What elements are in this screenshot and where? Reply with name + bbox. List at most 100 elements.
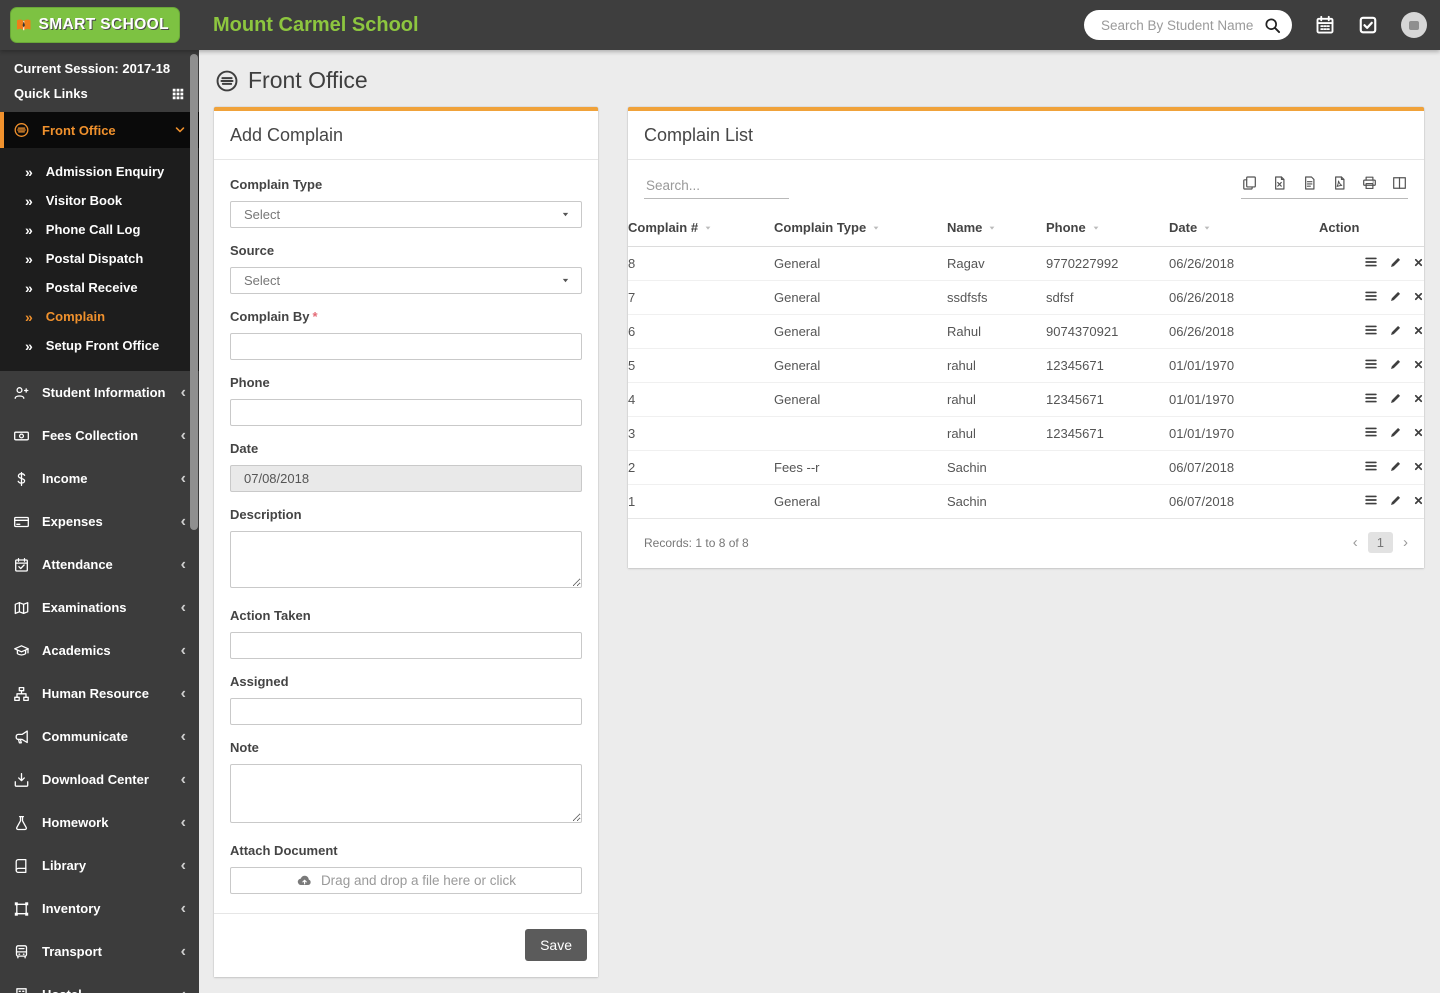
pdf-export-icon[interactable] bbox=[1332, 175, 1347, 191]
excel-export-icon[interactable] bbox=[1272, 175, 1287, 191]
row-detail-icon[interactable] bbox=[1364, 459, 1378, 473]
row-detail-icon[interactable] bbox=[1364, 289, 1378, 303]
sidebar-item-attendance[interactable]: Attendance ‹ bbox=[0, 543, 199, 586]
sidebar-item-homework[interactable]: Homework ‹ bbox=[0, 801, 199, 844]
student-icon bbox=[13, 385, 30, 401]
sidebar-item-library[interactable]: Library ‹ bbox=[0, 844, 199, 887]
edit-icon[interactable] bbox=[1389, 324, 1402, 337]
table-row: 6 General Rahul 9074370921 06/26/2018 bbox=[628, 314, 1424, 349]
delete-icon[interactable] bbox=[1413, 325, 1424, 336]
row-detail-icon[interactable] bbox=[1364, 323, 1378, 337]
double-chevron-right-icon: » bbox=[25, 308, 33, 325]
sidebar-item-income[interactable]: Income ‹ bbox=[0, 457, 199, 500]
avatar[interactable] bbox=[1401, 12, 1427, 38]
delete-icon[interactable] bbox=[1413, 427, 1424, 438]
grid-icon[interactable] bbox=[171, 87, 185, 101]
delete-icon[interactable] bbox=[1413, 393, 1424, 404]
page-number[interactable]: 1 bbox=[1367, 532, 1393, 553]
quick-links[interactable]: Quick Links bbox=[0, 79, 199, 112]
student-search-input[interactable] bbox=[1099, 16, 1264, 34]
row-detail-icon[interactable] bbox=[1364, 425, 1378, 439]
columns-export-icon[interactable] bbox=[1392, 175, 1407, 191]
column-header-complain-type[interactable]: Complain Type bbox=[774, 212, 947, 247]
sidebar-item-academics[interactable]: Academics ‹ bbox=[0, 629, 199, 672]
print-export-icon[interactable] bbox=[1362, 175, 1377, 191]
calendar-icon[interactable] bbox=[1315, 15, 1335, 35]
assigned-label: Assigned bbox=[230, 674, 289, 689]
phone-input[interactable] bbox=[230, 399, 582, 426]
edit-icon[interactable] bbox=[1389, 290, 1402, 303]
column-header-date[interactable]: Date bbox=[1169, 212, 1319, 247]
sidebar-item-transport[interactable]: Transport ‹ bbox=[0, 930, 199, 973]
edit-icon[interactable] bbox=[1389, 358, 1402, 371]
next-page-button[interactable]: › bbox=[1403, 535, 1408, 550]
edit-icon[interactable] bbox=[1389, 460, 1402, 473]
app-logo[interactable]: SMART SCHOOL bbox=[10, 7, 180, 43]
description-textarea[interactable] bbox=[230, 531, 582, 588]
cell-name: Sachin bbox=[947, 450, 1046, 485]
row-detail-icon[interactable] bbox=[1364, 493, 1378, 507]
sidebar-item-download-center[interactable]: Download Center ‹ bbox=[0, 758, 199, 801]
cell-phone: 12345671 bbox=[1046, 382, 1169, 417]
table-row: 2 Fees --r Sachin 06/07/2018 bbox=[628, 450, 1424, 485]
cell-date: 06/26/2018 bbox=[1169, 280, 1319, 315]
submenu-item-admission-enquiry[interactable]: » Admission Enquiry bbox=[0, 157, 199, 186]
edit-icon[interactable] bbox=[1389, 256, 1402, 269]
submenu-item-complain[interactable]: » Complain bbox=[0, 302, 199, 331]
sidebar-item-student-information[interactable]: Student Information ‹ bbox=[0, 371, 199, 414]
column-header-name[interactable]: Name bbox=[947, 212, 1046, 247]
column-header-complain[interactable]: Complain # bbox=[628, 212, 774, 247]
delete-icon[interactable] bbox=[1413, 257, 1424, 268]
edit-icon[interactable] bbox=[1389, 494, 1402, 507]
edit-icon[interactable] bbox=[1389, 392, 1402, 405]
save-button[interactable]: Save bbox=[525, 929, 587, 961]
submenu-item-postal-receive[interactable]: » Postal Receive bbox=[0, 273, 199, 302]
sidebar-item-expenses[interactable]: Expenses ‹ bbox=[0, 500, 199, 543]
submenu-item-phone-call-log[interactable]: » Phone Call Log bbox=[0, 215, 199, 244]
list-search-input[interactable] bbox=[644, 173, 789, 199]
delete-icon[interactable] bbox=[1413, 461, 1424, 472]
delete-icon[interactable] bbox=[1413, 291, 1424, 302]
sidebar-item-communicate[interactable]: Communicate ‹ bbox=[0, 715, 199, 758]
complain-type-label: Complain Type bbox=[230, 177, 323, 192]
note-textarea[interactable] bbox=[230, 764, 582, 823]
row-detail-icon[interactable] bbox=[1364, 255, 1378, 269]
edit-icon[interactable] bbox=[1389, 426, 1402, 439]
source-select[interactable]: Select bbox=[230, 267, 582, 294]
sidebar-scrollbar[interactable] bbox=[190, 54, 198, 530]
submenu-item-setup-front-office[interactable]: » Setup Front Office bbox=[0, 331, 199, 360]
tasks-icon[interactable] bbox=[1358, 15, 1378, 35]
cell-type bbox=[774, 416, 947, 451]
assigned-input[interactable] bbox=[230, 698, 582, 725]
row-detail-icon[interactable] bbox=[1364, 357, 1378, 371]
sort-caret-icon bbox=[704, 224, 712, 232]
search-icon[interactable] bbox=[1264, 17, 1281, 34]
sidebar-item-front-office[interactable]: Front Office bbox=[0, 112, 199, 148]
sidebar-item-inventory[interactable]: Inventory ‹ bbox=[0, 887, 199, 930]
column-header-action: Action bbox=[1319, 212, 1424, 247]
cell-type: General bbox=[774, 314, 947, 349]
copy-export-icon[interactable] bbox=[1242, 175, 1257, 191]
column-header-phone[interactable]: Phone bbox=[1046, 212, 1169, 247]
file-dropzone[interactable]: Drag and drop a file here or click bbox=[230, 867, 582, 894]
delete-icon[interactable] bbox=[1413, 495, 1424, 506]
prev-page-button[interactable]: ‹ bbox=[1353, 535, 1358, 550]
chevron-left-icon: ‹ bbox=[180, 512, 186, 530]
submenu-item-postal-dispatch[interactable]: » Postal Dispatch bbox=[0, 244, 199, 273]
sidebar-item-human-resource[interactable]: Human Resource ‹ bbox=[0, 672, 199, 715]
examinations-icon bbox=[13, 600, 30, 616]
double-chevron-right-icon: » bbox=[25, 221, 33, 238]
date-input[interactable] bbox=[230, 465, 582, 492]
cell-phone: 12345671 bbox=[1046, 416, 1169, 451]
csv-export-icon[interactable] bbox=[1302, 175, 1317, 191]
complain-by-input[interactable] bbox=[230, 333, 582, 360]
delete-icon[interactable] bbox=[1413, 359, 1424, 370]
submenu-item-visitor-book[interactable]: » Visitor Book bbox=[0, 186, 199, 215]
complain-type-select[interactable]: Select bbox=[230, 201, 582, 228]
sidebar-item-hostel[interactable]: Hostel ‹ bbox=[0, 973, 199, 993]
row-detail-icon[interactable] bbox=[1364, 391, 1378, 405]
sidebar-item-examinations[interactable]: Examinations ‹ bbox=[0, 586, 199, 629]
sidebar-item-fees-collection[interactable]: Fees Collection ‹ bbox=[0, 414, 199, 457]
note-label: Note bbox=[230, 740, 259, 755]
action-taken-input[interactable] bbox=[230, 632, 582, 659]
